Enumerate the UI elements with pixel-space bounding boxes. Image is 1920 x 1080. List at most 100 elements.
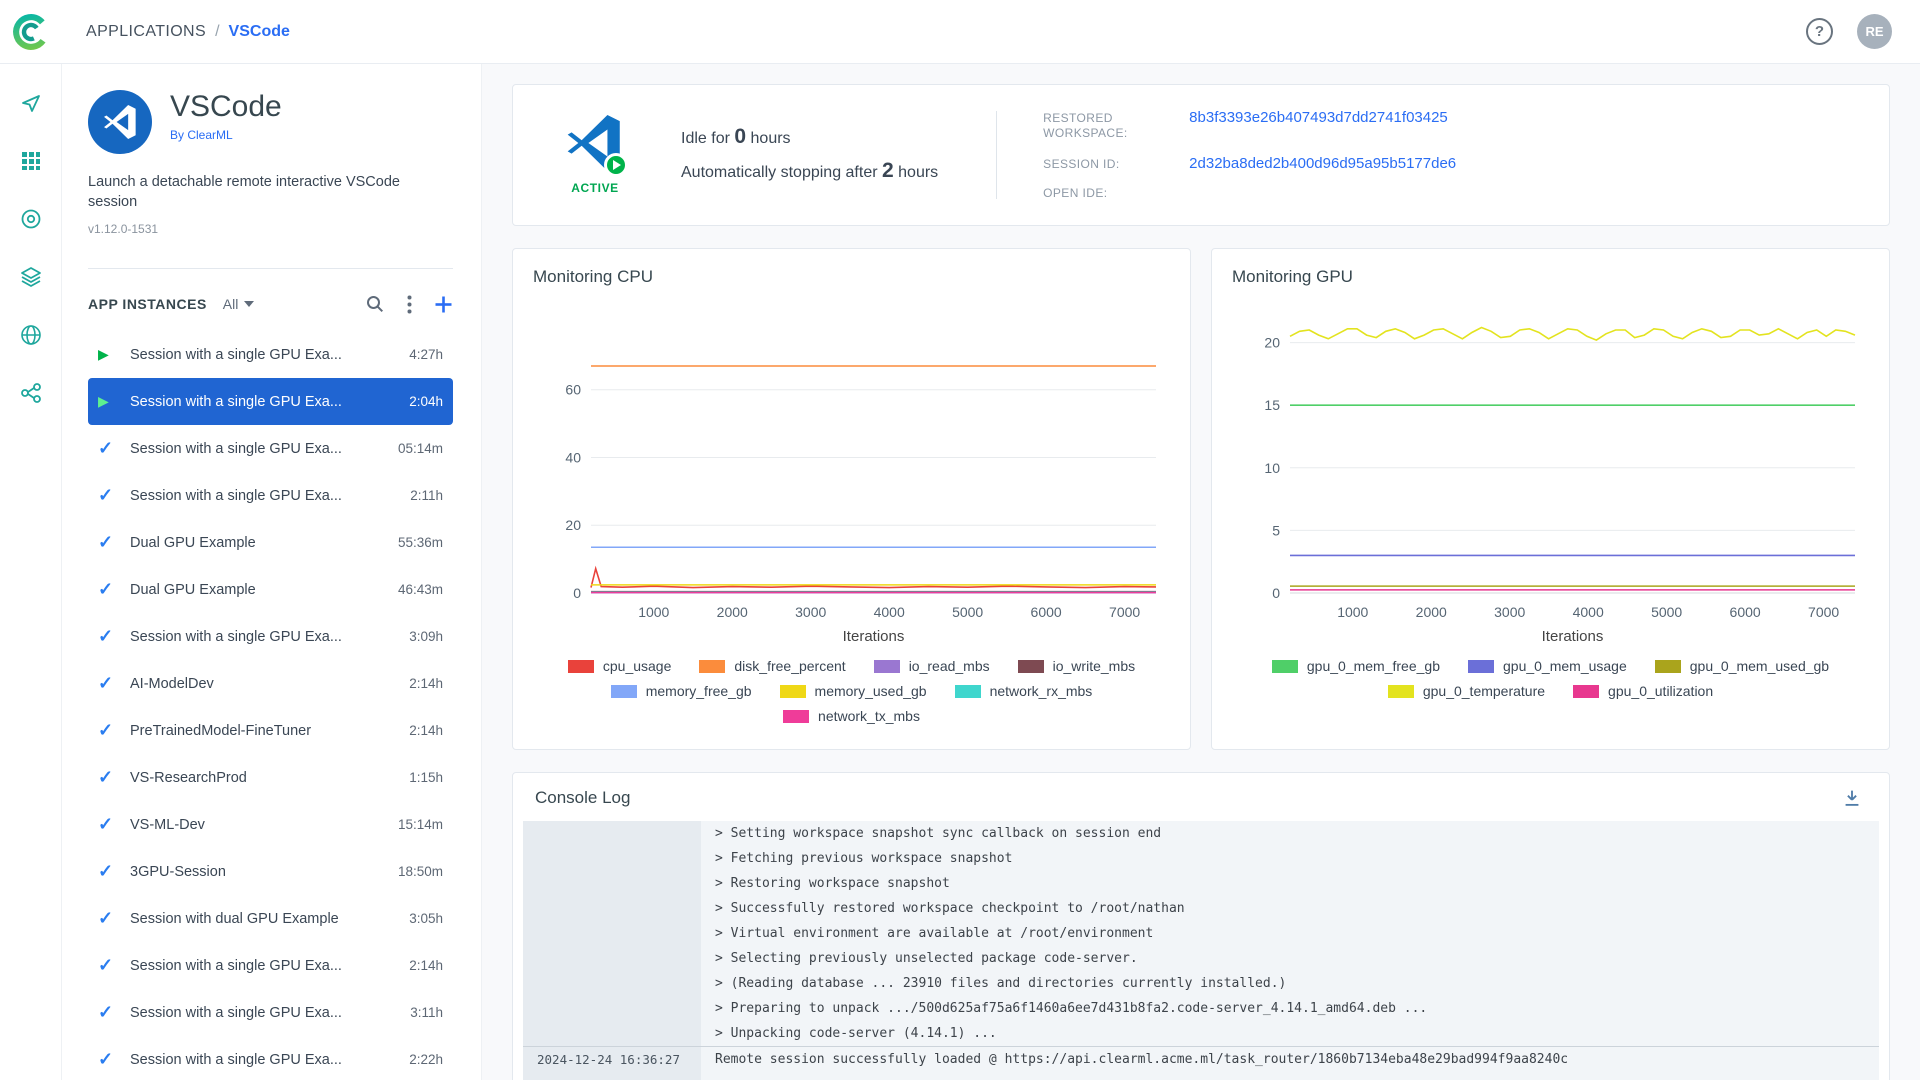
play-icon: ▶ [98,346,109,362]
log-row: > Restoring workspace snapshot [523,871,1879,896]
session-timers: Idle for 0 hours Automatically stopping … [681,121,938,189]
instance-duration: 46:43m [397,582,443,597]
list-item[interactable]: ✓ VS-ML-Dev 15:14m [88,801,453,848]
svg-text:1000: 1000 [638,604,669,620]
globe-icon[interactable] [20,324,42,346]
grid-icon[interactable] [20,150,42,172]
legend-swatch [567,659,594,673]
layers-icon[interactable] [20,266,42,288]
log-row: > Selecting previously unselected packag… [523,946,1879,971]
breadcrumb-current[interactable]: VSCode [229,23,290,41]
list-item[interactable]: ✓ AI-ModelDev 2:14h [88,660,453,707]
charts-row: Monitoring CPU 0 20 40 60 1000 2000 3000 4000 50… [512,248,1890,750]
legend-swatch [954,684,981,698]
list-item[interactable]: ✓ Session with a single GPU Exa... 2:11h [88,472,453,519]
legend-item[interactable]: disk_free_percent [699,658,846,674]
list-item[interactable]: ✓ Session with a single GPU Exa... 3:09h [88,613,453,660]
add-instance-button[interactable] [434,295,453,314]
svg-text:40: 40 [565,449,581,465]
instance-name: Session with a single GPU Exa... [130,628,342,645]
legend-swatch [779,684,806,698]
list-item[interactable]: ✓ Session with a single GPU Exa... 2:14h [88,942,453,989]
instances-filter-dropdown[interactable]: All [223,296,255,312]
legend-item[interactable]: io_write_mbs [1017,658,1136,674]
list-item[interactable]: ✓ VS-ResearchProd 1:15h [88,754,453,801]
play-icon: ▶ [98,393,109,409]
search-icon[interactable] [365,294,385,314]
svg-text:4000: 4000 [874,604,905,620]
clearml-logo[interactable] [0,11,62,53]
console-header: Console Log [523,785,1879,809]
list-item[interactable]: ✓ 3GPU-Session 18:50m [88,848,453,895]
download-log-icon[interactable] [1833,787,1871,809]
log-row: 2024-12-24 16:36:27 Remote session succes… [523,1046,1879,1071]
legend-item[interactable]: gpu_0_temperature [1387,683,1545,699]
session-field: SESSION ID: 2d32ba8ded2b400d96d95a95b5177… [1043,155,1456,172]
autostop-line: Automatically stopping after 2 hours [681,159,939,182]
console-log-card: Console Log > Setting workspace snapshot… [512,772,1890,1080]
by-clearml-link[interactable]: By ClearML [170,128,233,142]
legend-item[interactable]: gpu_0_mem_free_gb [1271,658,1440,674]
legend-item[interactable]: cpu_usage [567,658,671,674]
breadcrumb-applications[interactable]: APPLICATIONS [86,23,206,41]
log-text: > Preparing to unpack .../500d625af75a6f… [715,1001,1428,1016]
list-item[interactable]: ✓ PreTrainedModel-FineTuner 2:14h [88,707,453,754]
nav-rail [0,64,62,1080]
running-play-badge-icon [604,153,628,177]
check-icon: ✓ [98,626,114,646]
list-item[interactable]: ✓ Dual GPU Example 46:43m [88,566,453,613]
help-icon[interactable]: ? [1806,18,1833,45]
instance-duration: 2:04h [409,394,443,409]
legend-item[interactable]: memory_free_gb [610,683,752,699]
topbar-actions: ? RE [1806,14,1892,49]
rocket-icon[interactable] [20,92,42,114]
legend-item[interactable]: network_tx_mbs [783,708,920,724]
kebab-menu-icon[interactable] [407,295,412,314]
instance-duration: 18:50m [397,864,443,879]
log-row: > Successfully restored workspace checkp… [523,896,1879,921]
legend-swatch [1017,659,1044,673]
monitoring-gpu-card: Monitoring GPU 0 5 10 15 20 1000 2000 3000 4000 5… [1211,248,1890,750]
check-icon: ✓ [98,767,114,787]
legend-item[interactable]: gpu_0_mem_usage [1468,658,1627,674]
svg-text:5000: 5000 [1651,604,1682,620]
pipeline-icon[interactable] [20,382,42,404]
app-header: VSCode By ClearML [88,90,453,154]
field-label: SESSION ID: [1043,157,1120,171]
svg-text:1000: 1000 [1337,604,1368,620]
legend-label: memory_used_gb [814,683,927,699]
legend-item[interactable]: gpu_0_utilization [1573,683,1713,699]
instances-header: APP INSTANCES [88,296,207,312]
main-content: ACTIVE Idle for 0 hours Automatically st… [482,64,1920,1080]
list-item[interactable]: ✓ Dual GPU Example 55:36m [88,519,453,566]
check-icon: ✓ [98,861,114,881]
avatar[interactable]: RE [1857,14,1892,49]
instance-duration: 2:14h [409,958,443,973]
instance-name: Dual GPU Example [130,534,256,551]
list-item[interactable]: ▶ Session with a single GPU Exa... 2:04h [88,378,453,425]
check-icon: ✓ [98,579,114,599]
legend-label: disk_free_percent [734,658,846,674]
page-shell: VSCode By ClearML Launch a detachable re… [0,64,1920,1080]
check-icon: ✓ [98,955,114,975]
legend-item[interactable]: memory_used_gb [779,683,927,699]
svg-text:60: 60 [565,382,581,398]
svg-text:3000: 3000 [1494,604,1525,620]
legend-swatch [873,659,900,673]
list-item[interactable]: ✓ Session with a single GPU Exa... 3:11h [88,989,453,1036]
legend-item[interactable]: network_rx_mbs [954,683,1092,699]
check-icon: ✓ [98,673,114,693]
legend-item[interactable]: gpu_0_mem_used_gb [1654,658,1829,674]
gauge-icon[interactable] [20,208,42,230]
legend-label: io_write_mbs [1052,658,1136,674]
list-item[interactable]: ✓ Session with a single GPU Exa... 2:22h [88,1036,453,1080]
divider [88,268,453,269]
field-value-link[interactable]: 2d32ba8ded2b400d96d95a95b5177de6 [1189,155,1456,172]
field-value-link[interactable]: 8b3f3393e26b407493d7dd2741f03425 [1189,109,1448,126]
list-item[interactable]: ▶ Session with a single GPU Exa... 4:27h [88,331,453,378]
list-item[interactable]: ✓ Session with dual GPU Example 3:05h [88,895,453,942]
instance-duration: 1:15h [409,770,443,785]
monitoring-gpu-canvas: 0 5 10 15 20 1000 2000 3000 4000 5000 6000 7000 Iter… [1264,326,1856,645]
list-item[interactable]: ✓ Session with a single GPU Exa... 05:14m [88,425,453,472]
legend-item[interactable]: io_read_mbs [873,658,990,674]
